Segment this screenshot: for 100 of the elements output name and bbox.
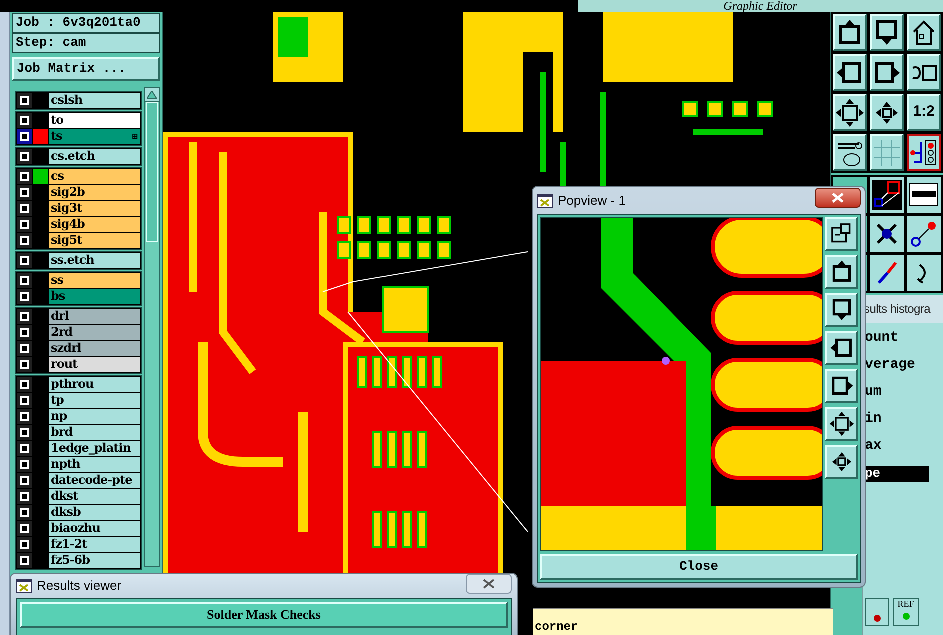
layer-frame[interactable] (17, 113, 32, 128)
view-button[interactable] (825, 217, 858, 251)
layer-checkbox[interactable] (20, 328, 29, 337)
layer-name[interactable]: cslsh (49, 93, 140, 108)
cross-tool-button[interactable] (870, 216, 904, 252)
layer-checkbox[interactable] (20, 204, 29, 213)
layer-checkbox[interactable] (20, 524, 29, 533)
scroll-thumb[interactable] (146, 102, 158, 242)
line-tool-button[interactable] (870, 255, 904, 291)
scrollbar[interactable] (144, 87, 160, 567)
layer-checkbox[interactable] (20, 460, 29, 469)
close-button[interactable]: Close (540, 554, 858, 580)
layer-frame[interactable] (17, 409, 32, 424)
layer-name[interactable]: drl (49, 309, 140, 324)
layer-frame[interactable] (17, 185, 32, 200)
layer-checkbox[interactable] (20, 276, 29, 285)
layer-checkbox[interactable] (20, 444, 29, 453)
tool-button[interactable]: 1:2 (907, 94, 941, 131)
layer-name[interactable]: fz5-6b (49, 553, 140, 568)
layer-name[interactable]: cs (49, 169, 140, 184)
layer-frame[interactable] (17, 325, 32, 340)
layer-color-swatch[interactable] (33, 169, 48, 184)
layer-name[interactable]: tp (49, 393, 140, 408)
layer-name[interactable]: sig5t (49, 233, 140, 248)
ruler-tool-button[interactable] (907, 177, 941, 213)
view-button[interactable] (825, 293, 858, 327)
layer-checkbox[interactable] (20, 556, 29, 565)
layer-frame[interactable] (17, 489, 32, 504)
layer-name[interactable]: 1edge_platin (49, 441, 140, 456)
layer-frame[interactable] (17, 521, 32, 536)
view-button[interactable] (825, 445, 858, 479)
layer-checkbox[interactable] (20, 412, 29, 421)
view-button[interactable] (825, 369, 858, 403)
layer-name[interactable]: np (49, 409, 140, 424)
layer-checkbox[interactable] (20, 152, 29, 161)
layer-name[interactable]: fz1-2t (49, 537, 140, 552)
layer-name[interactable]: 2rd (49, 325, 140, 340)
layer-checkbox[interactable] (20, 380, 29, 389)
layer-name[interactable]: dkst (49, 489, 140, 504)
rotate-tool-button[interactable] (907, 255, 941, 291)
layer-name[interactable]: sig3t (49, 201, 140, 216)
ref-button[interactable]: REF (893, 598, 919, 626)
scroll-up-icon[interactable] (147, 90, 157, 98)
layer-name[interactable]: dksb (49, 505, 140, 520)
layer-checkbox[interactable] (20, 188, 29, 197)
layer-checkbox[interactable] (20, 508, 29, 517)
layer-frame[interactable] (17, 457, 32, 472)
view-button[interactable] (825, 255, 858, 289)
layer-checkbox[interactable] (20, 172, 29, 181)
layer-checkbox[interactable] (20, 256, 29, 265)
job-matrix-button[interactable]: Job Matrix ... (12, 57, 160, 81)
tool-button[interactable] (907, 134, 941, 171)
layer-frame[interactable] (17, 473, 32, 488)
solder-mask-checks-button[interactable]: Solder Mask Checks (20, 602, 508, 628)
layer-frame[interactable] (17, 149, 32, 164)
layer-checkbox[interactable] (20, 476, 29, 485)
view-button[interactable] (825, 407, 858, 441)
layer-checkbox[interactable] (20, 132, 29, 141)
layer-frame[interactable] (17, 129, 32, 144)
view-button[interactable] (825, 331, 858, 365)
layer-frame[interactable] (17, 93, 32, 108)
layer-frame[interactable] (17, 357, 32, 372)
layer-checkbox[interactable] (20, 236, 29, 245)
layer-name[interactable]: sig4b (49, 217, 140, 232)
layer-frame[interactable] (17, 289, 32, 304)
layer-frame[interactable] (17, 201, 32, 216)
layer-name[interactable]: ts ⊞ (49, 129, 140, 144)
layer-frame[interactable] (17, 273, 32, 288)
layer-frame[interactable] (17, 253, 32, 268)
connect-tool-button[interactable] (907, 216, 941, 252)
layer-name[interactable]: pthrou (49, 377, 140, 392)
layer-checkbox[interactable] (20, 292, 29, 301)
layer-checkbox[interactable] (20, 220, 29, 229)
layer-name[interactable]: sig2b (49, 185, 140, 200)
list-item[interactable]: pe (863, 466, 929, 482)
layer-frame[interactable] (17, 377, 32, 392)
layer-checkbox[interactable] (20, 492, 29, 501)
layer-frame[interactable] (17, 505, 32, 520)
layer-name[interactable]: cs.etch (49, 149, 140, 164)
layer-checkbox[interactable] (20, 96, 29, 105)
layer-name[interactable]: npth (49, 457, 140, 472)
layer-name[interactable]: ss (49, 273, 140, 288)
layer-frame[interactable] (17, 537, 32, 552)
layer-checkbox[interactable] (20, 360, 29, 369)
layer-frame[interactable] (17, 309, 32, 324)
layer-frame[interactable] (17, 217, 32, 232)
layer-frame[interactable] (17, 393, 32, 408)
layer-checkbox[interactable] (20, 428, 29, 437)
layer-checkbox[interactable] (20, 344, 29, 353)
layer-name[interactable]: biaozhu (49, 521, 140, 536)
layer-frame[interactable] (17, 553, 32, 568)
layer-frame[interactable] (17, 233, 32, 248)
close-button[interactable] (466, 574, 512, 594)
layer-color-swatch[interactable] (33, 129, 48, 144)
layer-name[interactable]: rout (49, 357, 140, 372)
layer-name[interactable]: brd (49, 425, 140, 440)
snap-tool-button[interactable] (870, 177, 904, 213)
layer-checkbox[interactable] (20, 116, 29, 125)
layer-frame[interactable] (17, 169, 32, 184)
layer-name[interactable]: szdrl (49, 341, 140, 356)
